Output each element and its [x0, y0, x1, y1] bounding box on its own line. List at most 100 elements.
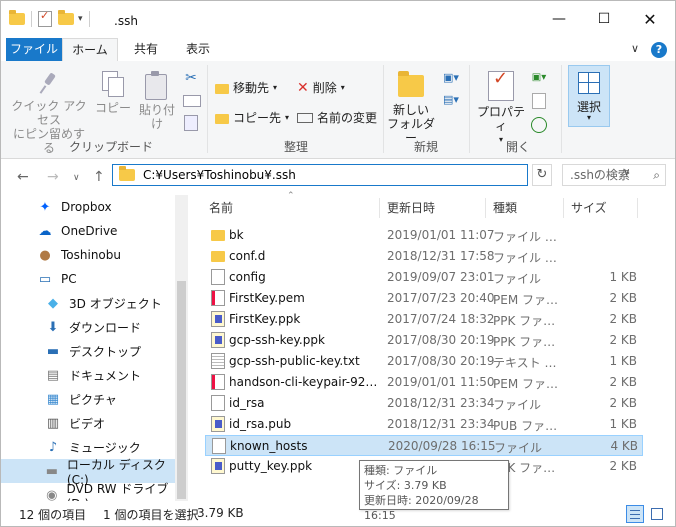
- nav-item-label: ドキュメント: [69, 368, 142, 383]
- file-name: conf.d: [229, 249, 266, 263]
- column-header-size[interactable]: サイズ: [571, 195, 607, 221]
- explorer-window: ▾ .ssh — ☐ ✕ ファイル ホーム 共有 表示 ∨ ? クイック アクセ…: [0, 0, 676, 527]
- details-view-button[interactable]: [626, 505, 644, 523]
- select-button[interactable]: 選択 ▾: [568, 65, 610, 127]
- recent-locations-icon[interactable]: ∨: [73, 173, 80, 183]
- file-row[interactable]: bk 2019/01/01 11:07ファイル フォルダー: [205, 225, 643, 246]
- column-header-name[interactable]: 名前: [209, 195, 233, 221]
- dropbox-icon: ✦: [39, 199, 51, 215]
- tab-share[interactable]: 共有: [121, 38, 171, 61]
- file-date: 2018/12/31 17:58: [387, 249, 495, 263]
- move-to-button[interactable]: 移動先 ▾: [215, 79, 277, 96]
- column-header-date[interactable]: 更新日時: [387, 195, 435, 221]
- paste-icon: [145, 71, 169, 100]
- file-name: gcp-ssh-public-key.txt: [229, 354, 360, 368]
- selection-count: 1 個の項目を選択: [103, 508, 199, 522]
- up-icon[interactable]: ↑: [93, 169, 105, 185]
- close-button[interactable]: ✕: [627, 1, 673, 37]
- paste-button[interactable]: 貼り付け: [135, 71, 179, 131]
- file-row[interactable]: id_rsa 2018/12/31 23:34 ファイル 2 KB: [205, 393, 643, 414]
- customize-toolbar-icon[interactable]: ▾: [78, 14, 83, 24]
- nav-item-download[interactable]: ⬇ ダウンロード: [1, 315, 175, 339]
- copy-to-label: コピー先: [233, 111, 282, 125]
- copy-path-icon[interactable]: [183, 95, 201, 107]
- nav-item-pc[interactable]: ▭ PC: [1, 267, 175, 291]
- file-type: ファイル フォルダー: [493, 251, 563, 265]
- nav-item-onedrive[interactable]: ☁ OneDrive: [1, 219, 175, 243]
- column-divider[interactable]: [485, 198, 486, 218]
- search-input[interactable]: .sshの検索 ⌕: [562, 164, 666, 186]
- paste-shortcut-icon[interactable]: [184, 115, 198, 131]
- file-row[interactable]: config 2019/09/07 23:01 ファイル 1 KB: [205, 267, 643, 288]
- properties-button[interactable]: プロパティ ▾: [475, 71, 527, 147]
- nav-item-dropbox[interactable]: ✦ Dropbox: [1, 195, 175, 219]
- collapse-ribbon-icon[interactable]: ∨: [631, 42, 639, 55]
- help-icon[interactable]: ?: [651, 42, 667, 58]
- copy-to-button[interactable]: コピー先 ▾: [215, 109, 289, 126]
- column-divider[interactable]: [637, 198, 638, 218]
- address-bar[interactable]: C:¥Users¥Toshinobu¥.ssh ∨: [112, 164, 630, 186]
- search-icon[interactable]: ⌕: [653, 165, 660, 185]
- properties-icon[interactable]: [38, 9, 52, 27]
- column-divider[interactable]: [379, 198, 380, 218]
- nav-item-3d-objects[interactable]: ◆ 3D オブジェクト: [1, 291, 175, 315]
- group-divider: [383, 65, 384, 153]
- maximize-button[interactable]: ☐: [581, 1, 627, 37]
- file-name: id_rsa: [229, 396, 265, 410]
- new-item-icon[interactable]: ▣▾: [441, 71, 461, 85]
- file-row[interactable]: FirstKey.ppk 2017/07/24 18:32 PPK ファイル 2 KB: [205, 309, 643, 330]
- file-row[interactable]: id_rsa.pub 2018/12/31 23:34 PUB ファイル 1 KB: [205, 414, 643, 435]
- open-group-label: 開く: [505, 140, 530, 154]
- rename-button[interactable]: 名前の変更: [297, 109, 377, 126]
- cut-icon[interactable]: ✂: [183, 71, 199, 85]
- doc-file-icon: [211, 395, 225, 411]
- column-divider[interactable]: [563, 198, 564, 218]
- easy-access-icon[interactable]: ▤▾: [441, 93, 461, 107]
- file-row[interactable]: gcp-ssh-public-key.txt 2017/08/30 20:19 テキ…: [205, 351, 643, 372]
- file-date: 2017/07/24 18:32: [387, 312, 495, 326]
- file-type: PEM ファイル: [493, 377, 563, 391]
- desktop-icon: ▬: [46, 343, 60, 359]
- history-icon[interactable]: [531, 117, 547, 133]
- file-row[interactable]: gcp-ssh-key.ppk 2017/08/30 20:19 PPK ファイル 2…: [205, 330, 643, 351]
- file-row[interactable]: conf.d 2018/12/31 17:58ファイル フォルダー: [205, 246, 643, 267]
- nav-item-user[interactable]: ● Toshinobu: [1, 243, 175, 267]
- nav-item-dvd-drive[interactable]: ◉ DVD RW ドライブ (D:): [1, 482, 175, 502]
- file-row[interactable]: handson-cli-keypair-921... 2019/01/01 11:…: [205, 372, 643, 393]
- new-folder-line1: 新しい: [392, 103, 429, 117]
- refresh-button[interactable]: ↻: [532, 164, 552, 186]
- tab-view[interactable]: 表示: [173, 38, 223, 61]
- back-icon[interactable]: ←: [17, 169, 29, 185]
- new-folder-icon[interactable]: [58, 10, 74, 25]
- file-type: PPK ファイル: [493, 335, 563, 349]
- item-count: 12 個の項目: [19, 508, 87, 522]
- music-icon: ♪: [48, 439, 58, 455]
- new-folder-button[interactable]: 新しい フォルダー: [387, 71, 435, 145]
- nav-pane-scrollbar[interactable]: [175, 195, 188, 501]
- forward-icon[interactable]: →: [47, 169, 59, 185]
- txt-file-icon: [211, 353, 225, 369]
- column-header-type[interactable]: 種類: [493, 195, 517, 221]
- nav-item-documents[interactable]: ▤ ドキュメント: [1, 363, 175, 387]
- address-path[interactable]: C:¥Users¥Toshinobu¥.ssh: [143, 168, 296, 182]
- delete-button[interactable]: ✕ 削除 ▾: [297, 79, 345, 96]
- tab-home[interactable]: ホーム: [62, 38, 118, 63]
- edit-icon[interactable]: [532, 93, 546, 109]
- nav-item-videos[interactable]: ▥ ビデオ: [1, 411, 175, 435]
- nav-item-pictures[interactable]: ▦ ピクチャ: [1, 387, 175, 411]
- file-row[interactable]: FirstKey.pem 2017/07/23 20:40 PEM ファイル 2 KB: [205, 288, 643, 309]
- file-date: 2017/08/30 20:19: [387, 354, 495, 368]
- file-row[interactable]: known_hosts 2020/09/28 16:15 ファイル 4 KB: [205, 435, 643, 456]
- file-date: 2017/08/30 20:19: [387, 333, 495, 347]
- tab-file[interactable]: ファイル: [6, 38, 62, 61]
- minimize-button[interactable]: —: [536, 1, 582, 37]
- nav-item-desktop[interactable]: ▬ デスクトップ: [1, 339, 175, 363]
- dvd-drive-icon: ◉: [46, 487, 58, 502]
- copy-button[interactable]: コピー: [95, 71, 131, 115]
- large-icons-view-button[interactable]: [648, 505, 666, 523]
- open-icon[interactable]: ▣▾: [531, 71, 547, 83]
- ppk-file-icon: [211, 311, 225, 327]
- delete-label: 削除: [312, 81, 337, 95]
- file-name: config: [229, 270, 266, 284]
- nav-scrollbar-thumb[interactable]: [177, 281, 186, 499]
